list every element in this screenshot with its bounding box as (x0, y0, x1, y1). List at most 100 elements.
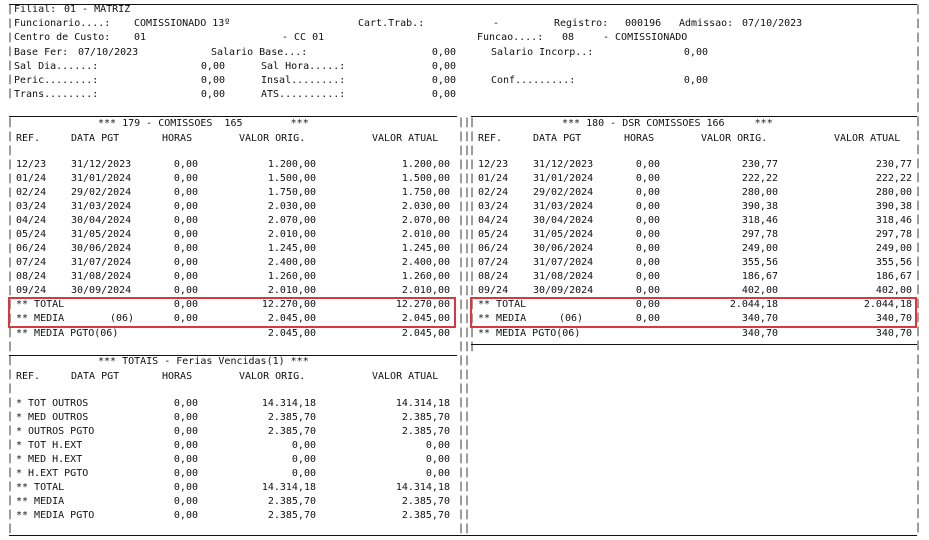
valor-orig-cell: 318,46 (741, 215, 778, 226)
border-bar: | (7, 159, 14, 170)
border-bar: | (915, 4, 922, 15)
horas-cell: 0,00 (173, 187, 198, 198)
valor-orig-cell: 340,70 (741, 328, 778, 339)
salario-incorp-label: Salario Incorp..: (491, 47, 594, 58)
valor-atual-cell: 2.030,00 (401, 201, 450, 212)
border-bar: | (915, 228, 922, 239)
horas-cell: 0,00 (173, 173, 198, 184)
ats-label: ATS..........: (261, 89, 346, 100)
border-bar: | (469, 173, 476, 184)
horas-cell: 0,00 (173, 468, 198, 479)
valor-atual-cell: 14.314,18 (395, 398, 450, 409)
border-bar: | (7, 285, 14, 296)
admissao-value: 07/10/2023 (742, 18, 803, 29)
section-title-dsr: *** 180 - DSR COMISSOES 166 *** (562, 118, 773, 129)
border-bar: | (7, 145, 14, 156)
valor-orig-cell: 297,78 (741, 229, 778, 240)
border-bar: | (915, 270, 922, 281)
horas-cell: 0,00 (635, 285, 660, 296)
horas-cell: 0,00 (173, 510, 198, 521)
ref-cell: 03/24 (478, 201, 509, 212)
col-valor-atual: VALOR ATUAL (372, 371, 439, 382)
valor-orig-cell: 2.030,00 (267, 201, 316, 212)
border-bar: | (7, 481, 14, 492)
row-label: * MED H.EXT (16, 454, 83, 465)
valor-orig-cell: 2.400,00 (267, 257, 316, 268)
valor-orig-cell: 2.385,70 (267, 510, 316, 521)
ref-cell: 04/24 (16, 215, 47, 226)
funcao-name: - COMISSIONADO (603, 32, 688, 43)
horas-cell: 0,00 (173, 482, 198, 493)
valor-atual-cell: 1.500,00 (401, 173, 450, 184)
cc-value: - CC 01 (282, 32, 325, 43)
valor-atual-cell: 0,00 (425, 468, 450, 479)
salario-incorp-value: 0,00 (683, 47, 708, 58)
border-bar: | (915, 368, 922, 379)
ats-value: 0,00 (431, 89, 456, 100)
valor-atual-cell: 0,00 (425, 440, 450, 451)
border-bar: | (915, 340, 922, 351)
border-bar: | (915, 60, 922, 71)
border-bar: | (464, 509, 471, 520)
horas-cell: 0,00 (173, 159, 198, 170)
data-pgt-cell: 31/03/2024 (533, 201, 594, 212)
border-bar: | (464, 495, 471, 506)
horas-cell: 0,00 (173, 426, 198, 437)
ref-cell: 12/23 (478, 159, 509, 170)
registro-label: Registro: (554, 18, 609, 29)
centro-custo-value: 01 (134, 32, 147, 43)
row-label: ** MEDIA (16, 496, 65, 507)
row-label: * OUTROS PGTO (16, 426, 95, 437)
border-bar: | (7, 425, 14, 436)
border-bar: | (7, 117, 14, 128)
border-bar: | (7, 383, 14, 394)
ref-cell: 02/24 (478, 187, 509, 198)
cart-trab-label: Cart.Trab.: (358, 18, 425, 29)
horas-cell: 0,00 (173, 229, 198, 240)
valor-orig-cell: 230,77 (741, 159, 778, 170)
salario-base-value: 0,00 (431, 47, 456, 58)
row-label: * MED OUTROS (16, 412, 89, 423)
divider-line (9, 116, 457, 117)
media-pgto-label: ** MEDIA PGTO(06) (478, 328, 581, 339)
border-bar: | (915, 116, 922, 127)
valor-atual-cell: 1.200,00 (401, 159, 450, 170)
ref-cell: 09/24 (478, 285, 509, 296)
border-bar: | (7, 243, 14, 254)
border-bar: | (7, 495, 14, 506)
row-label: * TOT OUTROS (16, 398, 89, 409)
valor-atual-cell: 355,56 (875, 257, 912, 268)
border-bar: | (469, 145, 476, 156)
ref-cell: 05/24 (478, 229, 509, 240)
valor-orig-cell: 1.260,00 (267, 271, 316, 282)
horas-cell: 0,00 (173, 412, 198, 423)
ref-cell: 07/24 (16, 257, 47, 268)
border-bar: | (915, 186, 922, 197)
border-bar: | (915, 18, 922, 29)
valor-atual-cell: 1.245,00 (401, 243, 450, 254)
border-bar: | (915, 214, 922, 225)
border-bar: | (469, 201, 476, 212)
ref-cell: 01/24 (478, 173, 509, 184)
horas-cell: 0,00 (173, 215, 198, 226)
peric-value: 0,00 (200, 75, 225, 86)
border-bar: | (7, 327, 14, 338)
valor-orig-cell: 402,00 (741, 285, 778, 296)
base-fer-label: Base Fer: (14, 47, 69, 58)
border-bar: | (915, 522, 922, 533)
border-bar: | (915, 172, 922, 183)
border-bar: | (915, 396, 922, 407)
valor-orig-cell: 390,38 (741, 201, 778, 212)
col-valor-orig: VALOR ORIG. (701, 133, 768, 144)
data-pgt-cell: 30/04/2024 (533, 215, 594, 226)
border-bar: | (469, 117, 476, 128)
col-horas: HORAS (624, 133, 655, 144)
horas-cell: 0,00 (635, 215, 660, 226)
centro-custo-label: Centro de Custo: (14, 32, 111, 43)
insal-label: Insal........: (261, 75, 346, 86)
border-bar: | (915, 466, 922, 477)
border-bar: | (7, 467, 14, 478)
data-pgt-cell: 31/12/2023 (533, 159, 594, 170)
trans-label: Trans........: (14, 89, 99, 100)
border-bar: | (7, 411, 14, 422)
